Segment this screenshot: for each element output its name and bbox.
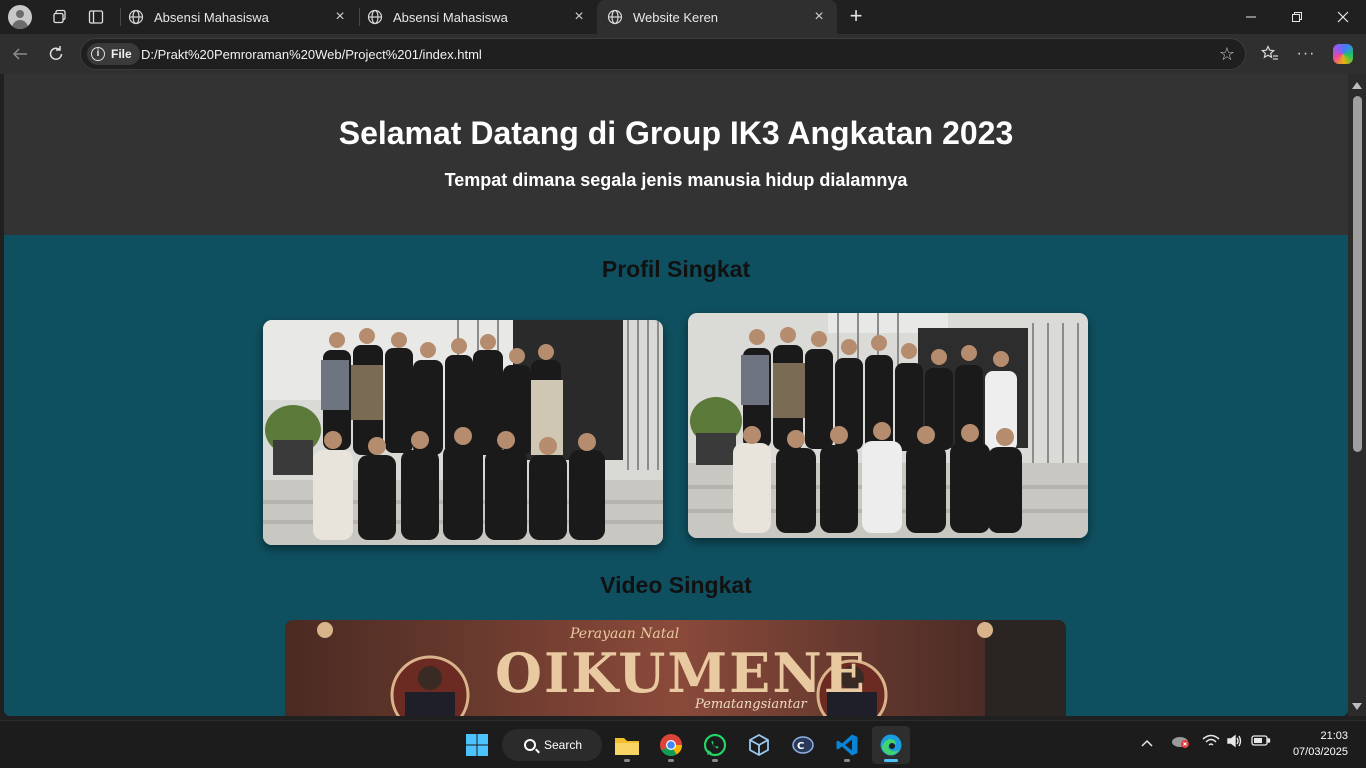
cube-icon <box>749 733 769 757</box>
tab-actions-icon[interactable] <box>83 5 109 29</box>
video-player[interactable]: Perayaan Natal OIKUMENE Pematangsiantar <box>285 620 1066 716</box>
windows-taskbar: Search C 21:03 07/03/2025 <box>0 720 1366 768</box>
page-scrollbar[interactable] <box>1348 74 1366 716</box>
taskbar-search-label: Search <box>544 738 583 752</box>
restore-icon[interactable] <box>1274 0 1320 34</box>
whatsapp-icon <box>703 733 727 757</box>
copilot-icon[interactable] <box>1331 42 1355 66</box>
scroll-up-arrow-icon[interactable] <box>1352 82 1362 89</box>
svg-text:C: C <box>797 741 804 752</box>
banner-subtitle: Pematangsiantar <box>694 697 808 712</box>
profil-heading: Profil Singkat <box>601 256 751 282</box>
close-window-icon[interactable] <box>1320 0 1366 34</box>
workspaces-icon[interactable] <box>47 5 73 29</box>
clock-time: 21:03 <box>1320 730 1348 742</box>
chrome-app[interactable] <box>652 726 690 764</box>
site-info-button[interactable]: i File <box>87 43 140 65</box>
battery-icon[interactable] <box>1251 734 1271 751</box>
vscode-app[interactable] <box>828 726 866 764</box>
cpp-ide-app[interactable]: C <box>784 726 822 764</box>
chrome-icon <box>660 734 682 756</box>
wifi-icon[interactable] <box>1202 733 1220 752</box>
site-header: Selamat Datang di Group IK3 Angkatan 202… <box>4 74 1348 235</box>
tab-title: Absensi Mahasiswa <box>154 9 269 25</box>
onedrive-error-icon[interactable] <box>1171 733 1191 752</box>
refresh-icon[interactable] <box>44 42 68 66</box>
browser-toolbar: i File D:/Prakt%20Pemroraman%20Web/Proje… <box>0 34 1366 74</box>
whatsapp-app[interactable] <box>696 726 734 764</box>
globe-icon <box>128 9 144 25</box>
system-clock[interactable]: 21:03 07/03/2025 <box>1293 728 1348 760</box>
search-icon <box>524 739 536 751</box>
edge-app[interactable] <box>872 726 910 764</box>
url-text[interactable]: D:/Prakt%20Pemroraman%20Web/Project%201/… <box>141 47 482 62</box>
video-heading: Video Singkat <box>600 572 752 598</box>
address-bar[interactable]: i File D:/Prakt%20Pemroraman%20Web/Proje… <box>80 38 1246 70</box>
scroll-down-arrow-icon[interactable] <box>1352 703 1362 710</box>
favorites-icon[interactable] <box>1258 42 1282 66</box>
tab-absensi-1[interactable]: Absensi Mahasiswa × <box>118 0 358 34</box>
vscode-icon <box>836 734 858 756</box>
favorite-star-icon[interactable]: ☆ <box>1217 44 1237 64</box>
close-tab-icon[interactable]: × <box>332 9 348 25</box>
globe-icon <box>367 9 383 25</box>
dev-cpp-icon: C <box>792 736 814 754</box>
minimize-icon[interactable] <box>1228 0 1274 34</box>
tab-website-keren[interactable]: Website Keren × <box>597 0 837 34</box>
banner-script: Perayaan Natal <box>569 626 679 642</box>
clock-date: 07/03/2025 <box>1292 746 1348 758</box>
show-hidden-icons-chevron-icon[interactable] <box>1141 735 1153 751</box>
browser-titlebar: Absensi Mahasiswa × Absensi Mahasiswa × … <box>0 0 1366 34</box>
file-explorer-app[interactable] <box>608 726 646 764</box>
page-subtitle: Tempat dimana segala jenis manusia hidup… <box>444 170 908 190</box>
windows-logo-icon <box>466 734 488 756</box>
back-arrow-icon[interactable] <box>8 42 32 66</box>
group-photo-1 <box>263 320 663 545</box>
close-tab-icon[interactable]: × <box>571 9 587 25</box>
edge-icon <box>880 734 902 756</box>
banner-title: OIKUMENE <box>495 641 867 705</box>
more-options-icon[interactable]: ··· <box>1294 42 1318 66</box>
tab-title: Absensi Mahasiswa <box>393 9 508 25</box>
tab-title: Website Keren <box>633 9 719 25</box>
close-tab-icon[interactable]: × <box>811 9 827 25</box>
group-photo-2 <box>688 313 1088 538</box>
scrollbar-thumb[interactable] <box>1353 96 1362 452</box>
scheme-label: File <box>111 47 132 61</box>
virtualbox-app[interactable] <box>740 726 778 764</box>
tab-absensi-2[interactable]: Absensi Mahasiswa × <box>357 0 597 34</box>
start-button[interactable] <box>458 726 496 764</box>
profile-avatar-icon[interactable] <box>8 5 32 29</box>
folder-icon <box>615 738 639 755</box>
volume-icon[interactable] <box>1226 733 1244 752</box>
globe-icon <box>607 9 623 25</box>
info-icon: i <box>91 47 105 61</box>
new-tab-icon[interactable]: + <box>844 5 868 29</box>
page-title: Selamat Datang di Group IK3 Angkatan 202… <box>338 115 1014 151</box>
taskbar-search[interactable]: Search <box>502 729 602 761</box>
page-viewport: Selamat Datang di Group IK3 Angkatan 202… <box>4 74 1348 716</box>
